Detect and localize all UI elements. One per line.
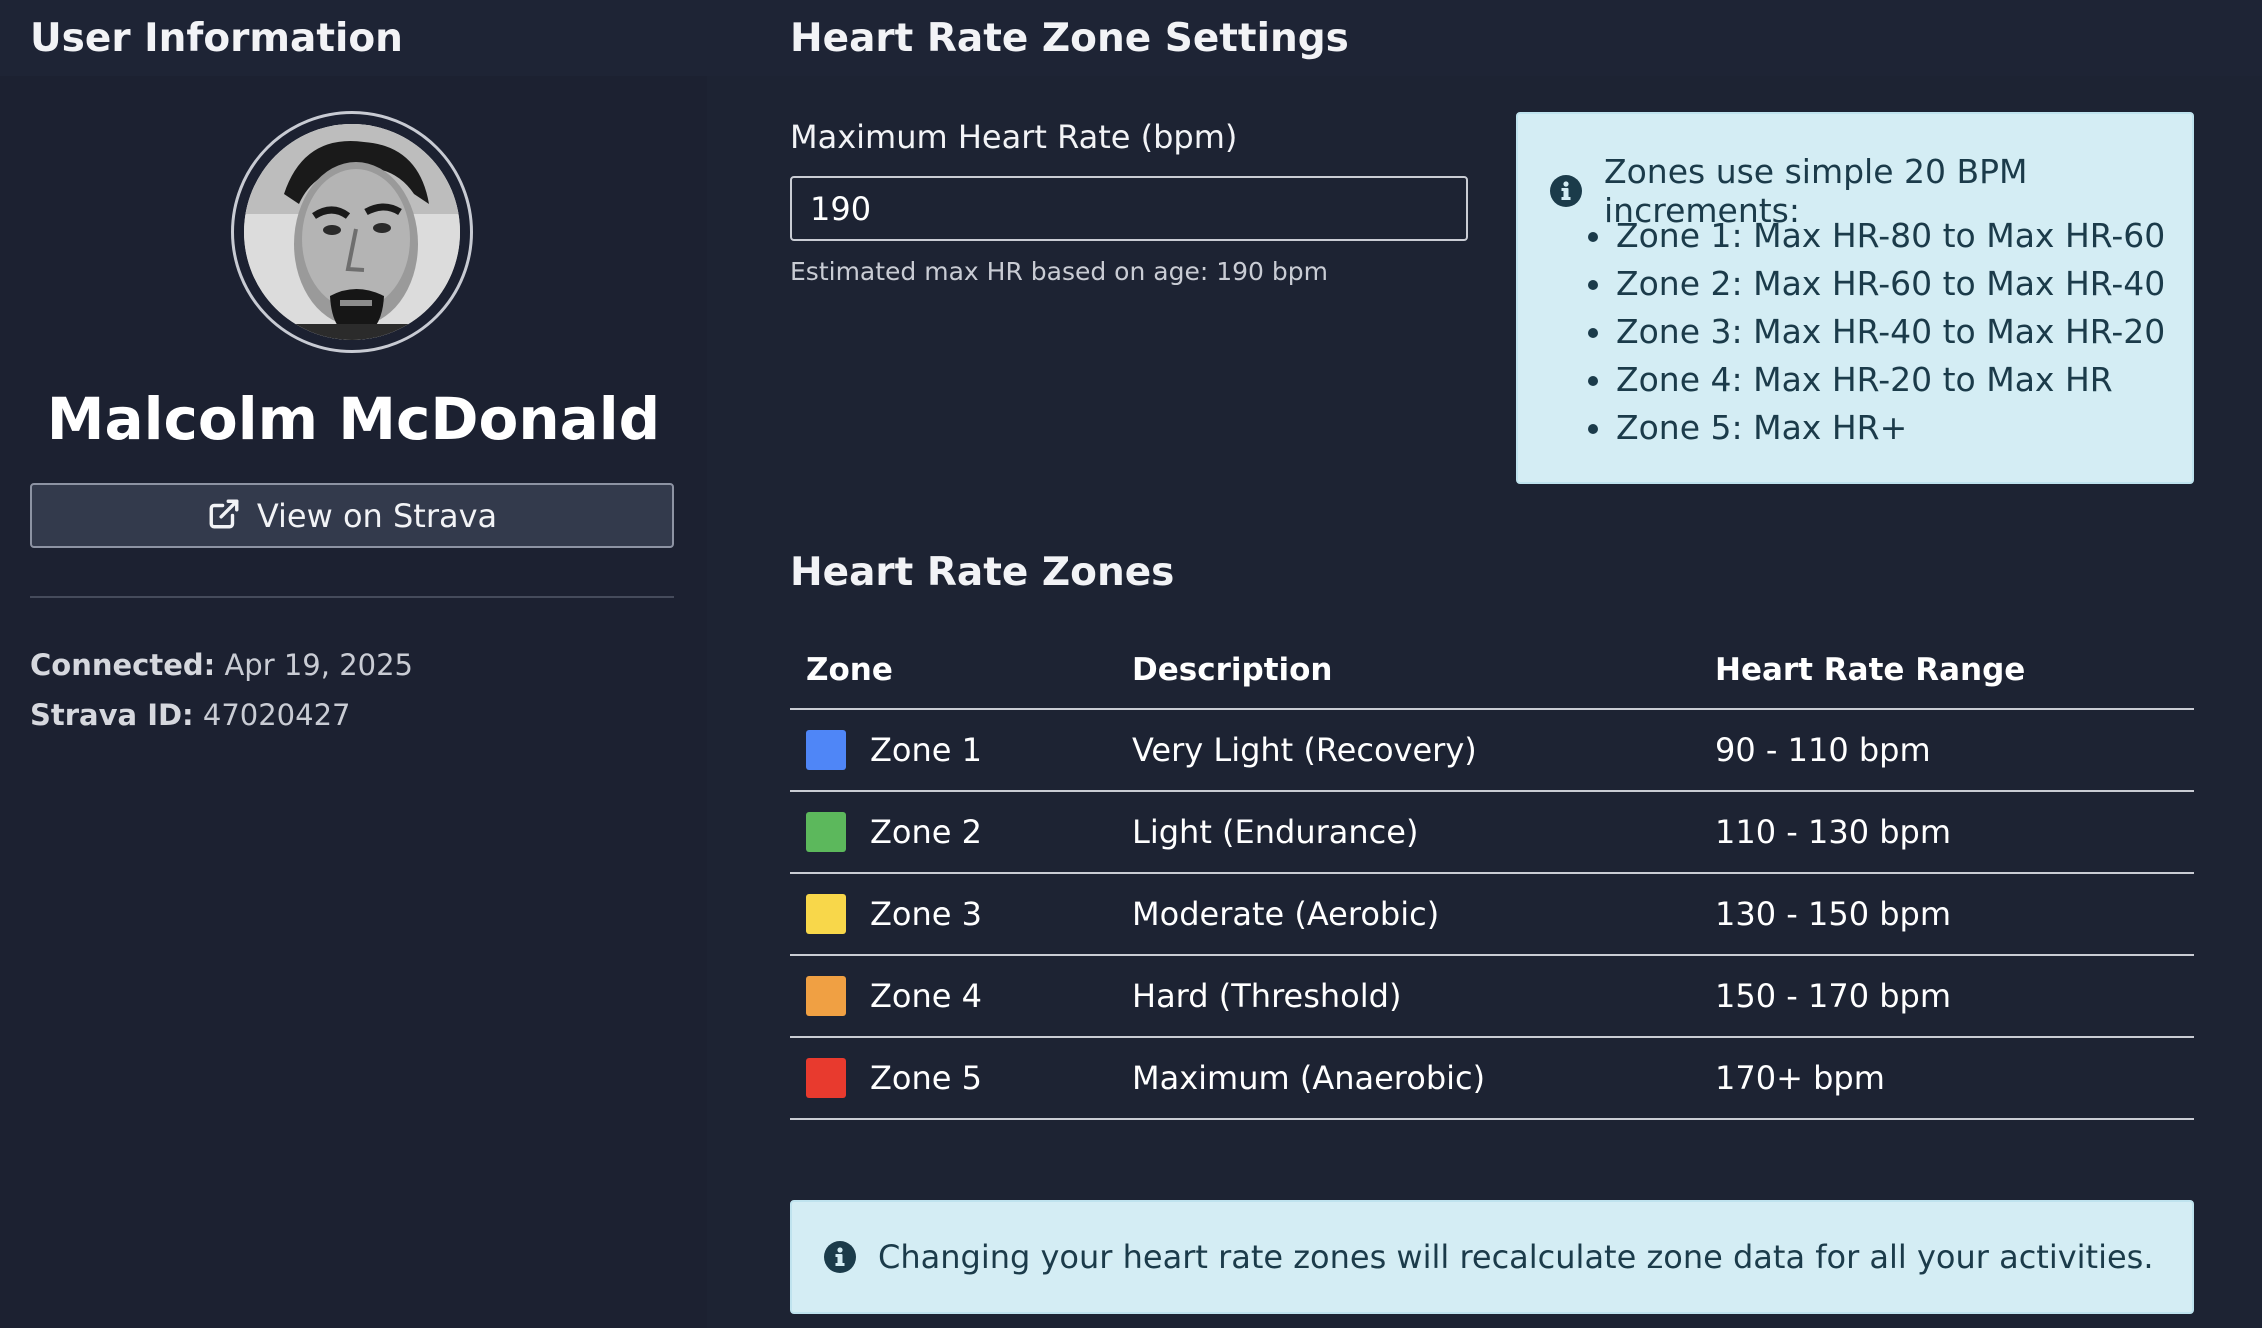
max-hr-input[interactable] <box>790 176 1468 241</box>
external-link-icon <box>207 497 241 535</box>
zone-info-box: Zones use simple 20 BPM increments: Zone… <box>1516 112 2194 484</box>
table-row: Zone 1 Very Light (Recovery) 90 - 110 bp… <box>790 709 2194 792</box>
zone-name: Zone 5 <box>870 1059 982 1097</box>
connected-value: Apr 19, 2025 <box>224 648 413 682</box>
view-on-strava-button[interactable]: View on Strava <box>30 483 674 548</box>
zone-range: 110 - 130 bpm <box>1699 791 2194 874</box>
column-header-zone: Zone <box>790 632 1116 710</box>
zone-color-swatch <box>806 730 846 770</box>
table-row: Zone 2 Light (Endurance) 110 - 130 bpm <box>790 791 2194 874</box>
max-hr-label: Maximum Heart Rate (bpm) <box>790 118 1238 156</box>
page: User Information Malcolm McDonald View o… <box>0 0 2262 1328</box>
info-circle-icon <box>824 1241 856 1273</box>
column-header-range: Heart Rate Range <box>1699 632 2194 710</box>
recalculate-notice: Changing your heart rate zones will reca… <box>790 1200 2194 1314</box>
divider <box>30 596 674 598</box>
zone-color-swatch <box>806 1058 846 1098</box>
zone-name: Zone 4 <box>870 977 982 1015</box>
table-row: Zone 5 Maximum (Anaerobic) 170+ bpm <box>790 1037 2194 1120</box>
zone-range: 90 - 110 bpm <box>1699 709 2194 792</box>
list-item: Zone 1: Max HR-80 to Max HR-60 <box>1587 212 2165 260</box>
zone-name: Zone 3 <box>870 895 982 933</box>
strava-id-value: 47020427 <box>202 698 351 732</box>
settings-title: Heart Rate Zone Settings <box>790 16 1349 61</box>
connected-row: Connected: Apr 19, 2025 <box>30 648 413 682</box>
strava-id-row: Strava ID: 47020427 <box>30 698 350 732</box>
table-row: Zone 3 Moderate (Aerobic) 130 - 150 bpm <box>790 873 2194 956</box>
avatar <box>244 124 460 340</box>
recalculate-notice-text: Changing your heart rate zones will reca… <box>878 1238 2154 1276</box>
zone-description: Very Light (Recovery) <box>1116 709 1699 792</box>
zones-title: Heart Rate Zones <box>790 550 1175 595</box>
zone-description: Hard (Threshold) <box>1116 955 1699 1038</box>
zones-table: Zone Description Heart Rate Range Zone 1… <box>790 632 2194 1120</box>
zone-description: Light (Endurance) <box>1116 791 1699 874</box>
user-info-title: User Information <box>30 16 403 61</box>
zone-color-swatch <box>806 894 846 934</box>
table-header-row: Zone Description Heart Rate Range <box>790 632 2194 710</box>
zone-description: Moderate (Aerobic) <box>1116 873 1699 956</box>
zone-range: 150 - 170 bpm <box>1699 955 2194 1038</box>
zone-range: 170+ bpm <box>1699 1037 2194 1120</box>
user-info-panel: User Information Malcolm McDonald View o… <box>0 0 707 1328</box>
zone-name: Zone 1 <box>870 731 982 769</box>
avatar-ring <box>231 111 473 353</box>
zone-info-list: Zone 1: Max HR-80 to Max HR-60 Zone 2: M… <box>1587 212 2165 452</box>
user-name: Malcolm McDonald <box>46 385 661 453</box>
table-row: Zone 4 Hard (Threshold) 150 - 170 bpm <box>790 955 2194 1038</box>
zone-description: Maximum (Anaerobic) <box>1116 1037 1699 1120</box>
zone-range: 130 - 150 bpm <box>1699 873 2194 956</box>
connected-label: Connected: <box>30 648 216 682</box>
list-item: Zone 2: Max HR-60 to Max HR-40 <box>1587 260 2165 308</box>
zone-name: Zone 2 <box>870 813 982 851</box>
zone-color-swatch <box>806 812 846 852</box>
view-on-strava-label: View on Strava <box>256 496 498 535</box>
max-hr-estimate: Estimated max HR based on age: 190 bpm <box>790 257 1328 286</box>
zone-color-swatch <box>806 976 846 1016</box>
list-item: Zone 5: Max HR+ <box>1587 404 2165 452</box>
list-item: Zone 3: Max HR-40 to Max HR-20 <box>1587 308 2165 356</box>
list-item: Zone 4: Max HR-20 to Max HR <box>1587 356 2165 404</box>
info-circle-icon <box>1550 175 1582 207</box>
avatar-photo <box>244 124 460 340</box>
column-header-description: Description <box>1116 632 1699 710</box>
strava-id-label: Strava ID: <box>30 698 194 732</box>
